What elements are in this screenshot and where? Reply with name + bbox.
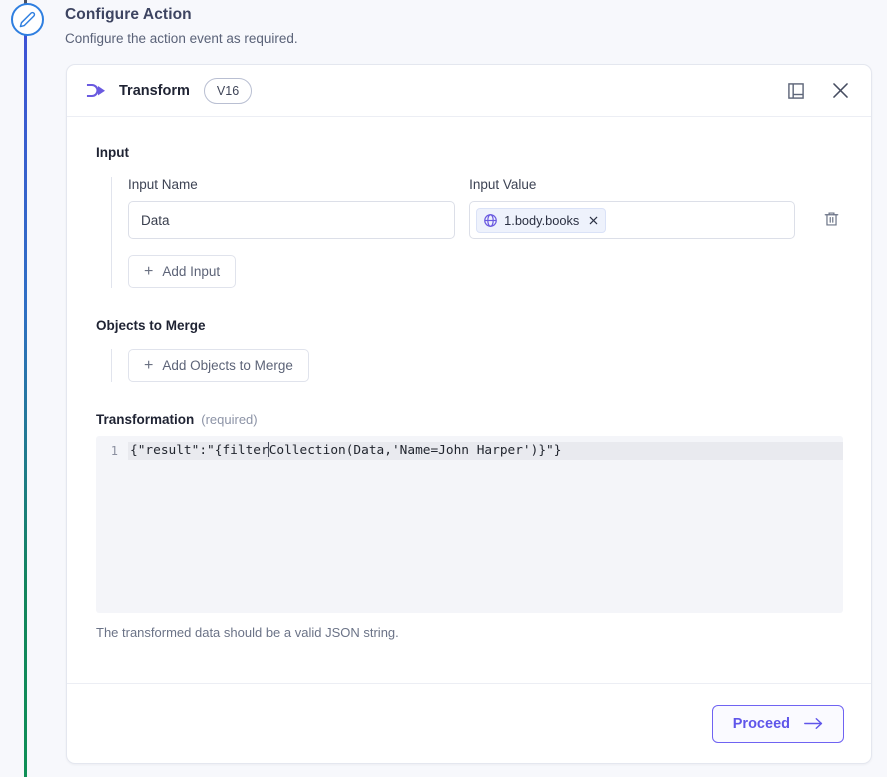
page-subtitle: Configure the action event as required. bbox=[65, 31, 298, 46]
arrow-right-icon bbox=[804, 717, 823, 730]
close-icon-glyph bbox=[832, 83, 848, 98]
pencil-icon-glyph bbox=[19, 11, 36, 28]
input-value-field: Input Value 1.body.books bbox=[469, 177, 796, 239]
card-header: Transform V16 bbox=[67, 65, 871, 117]
input-value-textbox[interactable]: 1.body.books bbox=[469, 201, 796, 239]
card-body: Input Input Name Data Input Value 1.body… bbox=[67, 117, 871, 690]
code-after-caret: Collection(Data,'Name=John Harper')}"} bbox=[268, 443, 562, 458]
book-icon[interactable] bbox=[781, 76, 811, 106]
code-before-caret: {"result":"{filter bbox=[130, 443, 269, 458]
version-badge[interactable]: V16 bbox=[203, 77, 253, 104]
page-title: Configure Action bbox=[65, 6, 192, 23]
variable-chip-label: 1.body.books bbox=[504, 212, 580, 228]
close-icon[interactable] bbox=[825, 76, 855, 106]
add-input-label: Add Input bbox=[162, 264, 221, 279]
add-objects-to-merge-label: Add Objects to Merge bbox=[162, 358, 293, 373]
input-name-field: Input Name Data bbox=[128, 177, 456, 239]
transform-icon-glyph bbox=[86, 83, 105, 97]
trash-icon-glyph bbox=[824, 212, 838, 226]
input-name-label: Input Name bbox=[128, 177, 198, 192]
transform-icon bbox=[85, 80, 107, 102]
proceed-label: Proceed bbox=[732, 715, 790, 732]
rail-connector-line bbox=[24, 20, 27, 777]
transformation-required-label: (required) bbox=[201, 412, 258, 427]
merge-section-title: Objects to Merge bbox=[96, 318, 206, 333]
globe-icon bbox=[483, 213, 498, 228]
pencil-icon[interactable] bbox=[11, 3, 44, 36]
line-number: 1 bbox=[110, 444, 118, 458]
globe-icon-glyph bbox=[484, 213, 497, 227]
code-content[interactable]: {"result":"{filterCollection(Data,'Name=… bbox=[128, 442, 843, 460]
plus-icon: + bbox=[144, 262, 154, 280]
merge-group: + Add Objects to Merge bbox=[111, 349, 843, 382]
close-small-icon-glyph bbox=[590, 216, 598, 224]
code-line: 1 {"result":"{filterCollection(Data,'Nam… bbox=[96, 442, 843, 460]
card-title: Transform bbox=[119, 82, 190, 99]
page-header: Configure Action Configure the action ev… bbox=[65, 6, 298, 46]
book-icon-glyph bbox=[788, 82, 804, 99]
flow-rail bbox=[0, 0, 52, 777]
input-value-label: Input Value bbox=[469, 177, 537, 192]
close-small-icon[interactable] bbox=[587, 214, 600, 227]
add-input-wrap: + Add Input bbox=[112, 255, 843, 288]
app-root: Configure Action Configure the action ev… bbox=[0, 0, 887, 777]
transformation-title: Transformation bbox=[96, 412, 195, 427]
add-input-button[interactable]: + Add Input bbox=[128, 255, 237, 288]
transformation-header: Transformation (required) bbox=[96, 412, 843, 427]
proceed-button[interactable]: Proceed bbox=[711, 704, 844, 743]
input-name-value: Data bbox=[141, 212, 170, 228]
trash-icon[interactable] bbox=[819, 207, 843, 231]
configure-action-card: Transform V16 Input Input Name Data Inpu… bbox=[66, 64, 872, 764]
input-group: Input Name Data Input Value 1.body.books… bbox=[111, 177, 843, 288]
add-merge-wrap: + Add Objects to Merge bbox=[112, 349, 843, 382]
add-objects-to-merge-button[interactable]: + Add Objects to Merge bbox=[128, 349, 309, 382]
transformation-helper-text: The transformed data should be a valid J… bbox=[96, 625, 399, 640]
variable-chip[interactable]: 1.body.books bbox=[476, 207, 607, 233]
card-footer: Proceed bbox=[67, 683, 871, 763]
transformation-code-editor[interactable]: 1 {"result":"{filterCollection(Data,'Nam… bbox=[96, 436, 843, 613]
input-section-title: Input bbox=[96, 145, 129, 160]
plus-icon: + bbox=[144, 356, 154, 374]
input-row: Input Name Data Input Value 1.body.books bbox=[112, 177, 843, 239]
arrow-right-icon-glyph bbox=[804, 718, 823, 729]
input-name-textbox[interactable]: Data bbox=[128, 201, 456, 239]
